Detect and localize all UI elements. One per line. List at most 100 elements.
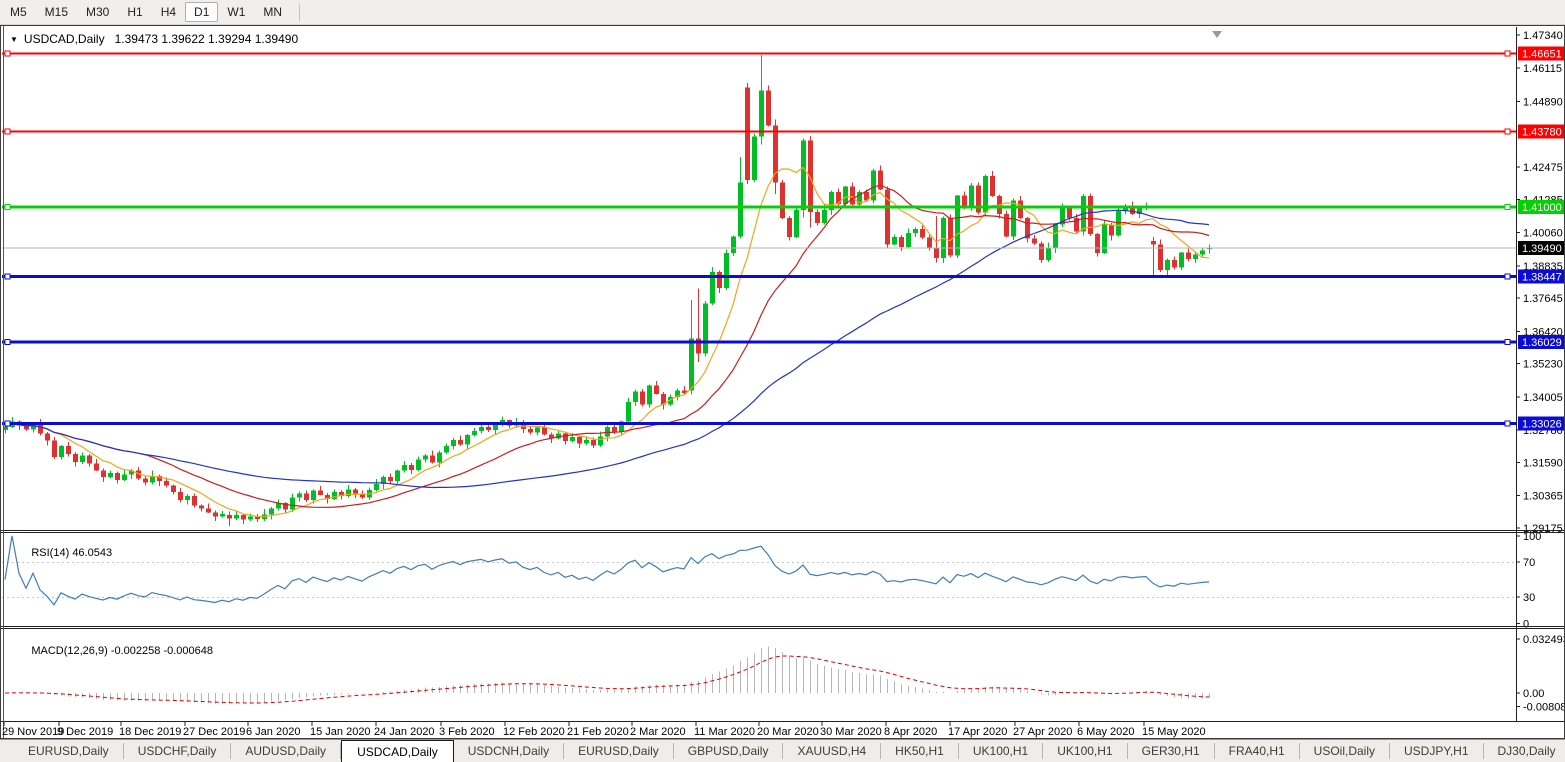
price-tick-label: 1.40060 (1523, 228, 1563, 240)
line-end-marker[interactable] (5, 51, 10, 56)
candle-body (290, 497, 295, 509)
candle-body (213, 512, 218, 516)
date-tick-label: 17 Apr 2020 (948, 726, 1007, 738)
price-badge-label: 1.46651 (1522, 49, 1562, 61)
timeframe-button-m15[interactable]: M15 (36, 2, 77, 22)
line-end-marker[interactable] (5, 339, 10, 344)
chart-tab-usdjpy-h1[interactable]: USDJPY,H1 (1390, 743, 1483, 759)
candle-body (80, 455, 85, 462)
price-tick-label: 1.34005 (1523, 392, 1563, 404)
candle-body (115, 473, 120, 480)
chart-menu-arrow-icon[interactable]: ▼ (10, 35, 18, 44)
price-axis[interactable]: 1.473401.461151.448901.424751.412851.400… (1516, 30, 1565, 713)
timeframe-button-w1[interactable]: W1 (218, 2, 254, 22)
candle-body (45, 434, 50, 441)
candle-body (1032, 238, 1037, 243)
chart-tab-uk100-h1[interactable]: UK100,H1 (959, 743, 1043, 759)
main-price-panel (2, 51, 1516, 526)
timeframe-button-d1[interactable]: D1 (185, 2, 218, 22)
chart-tab-usdcnh-daily[interactable]: USDCNH,Daily (454, 743, 564, 759)
chart-tab-usoil-daily[interactable]: USOil,Daily (1300, 743, 1390, 759)
price-badge-label: 1.41000 (1522, 202, 1562, 214)
autoscroll-shift-icon[interactable] (1212, 31, 1222, 38)
chart-tab-dj30-daily[interactable]: DJ30,Daily (1484, 743, 1565, 759)
candle-body (584, 440, 589, 444)
timeframe-button-m5[interactable]: M5 (1, 2, 36, 22)
price-tick-label: 1.47340 (1523, 30, 1563, 42)
candle-body (248, 516, 253, 519)
chart-tab-xauusd-h4[interactable]: XAUUSD,H4 (783, 743, 881, 759)
timeframe-button-h4[interactable]: H4 (152, 2, 185, 22)
candle-body (780, 183, 785, 218)
candle-body (591, 440, 596, 445)
rsi-indicator-label: RSI(14) 46.0543 (13, 535, 112, 571)
mt4-application: M5M15M30H1H4D1W1MN 1.47340 1.46115 1.44890… (0, 0, 1565, 762)
candle-body (1179, 253, 1184, 268)
chart-tab-eurusd-daily[interactable]: EURUSD,Daily (564, 743, 674, 759)
candle-body (87, 455, 92, 463)
candle-body (927, 237, 932, 247)
chart-tab-audusd-daily[interactable]: AUDUSD,Daily (231, 743, 341, 759)
candle-body (542, 427, 547, 434)
date-tick-label: 12 Feb 2020 (503, 726, 565, 738)
chart-tabs-bar: EURUSD,DailyUSDCHF,DailyAUDUSD,DailyUSDC… (0, 739, 1565, 762)
candle-body (640, 392, 645, 405)
ma-slow-line (5, 210, 1209, 487)
macd-label-text: MACD(12,26,9) (31, 645, 107, 657)
candle-body (423, 455, 428, 459)
rsi-label-text: RSI(14) (31, 547, 69, 559)
chart-tab-eurusd-daily[interactable]: EURUSD,Daily (14, 743, 124, 759)
candle-body (388, 477, 393, 481)
chart-tab-gbpusd-daily[interactable]: GBPUSD,Daily (674, 743, 784, 759)
candle-body (52, 440, 57, 456)
line-end-marker[interactable] (1505, 339, 1510, 344)
candle-body (752, 137, 757, 180)
timeframe-button-mn[interactable]: MN (254, 2, 291, 22)
line-end-marker[interactable] (1505, 274, 1510, 279)
line-end-marker[interactable] (5, 421, 10, 426)
candle-body (402, 465, 407, 470)
timeframe-button-m30[interactable]: M30 (77, 2, 118, 22)
candle-body (318, 491, 323, 495)
chart-tab-fra40-h1[interactable]: FRA40,H1 (1215, 743, 1300, 759)
candle-body (472, 431, 477, 435)
timeframe-button-h1[interactable]: H1 (118, 2, 151, 22)
candle-body (724, 253, 729, 288)
candle-body (801, 141, 806, 210)
candle-body (689, 339, 694, 391)
chart-tab-uk100-h1[interactable]: UK100,H1 (1043, 743, 1127, 759)
chart-canvas[interactable]: 1.473401.461151.448901.424751.412851.400… (0, 25, 1565, 739)
chart-tab-ger30-h1[interactable]: GER30,H1 (1128, 743, 1215, 759)
macd-tick-label: 0.00 (1523, 688, 1544, 700)
chart-symbol-label: USDCAD,Daily (24, 32, 105, 46)
line-end-marker[interactable] (1505, 205, 1510, 210)
candle-body (892, 237, 897, 245)
candle-body (906, 233, 911, 247)
rsi-line (5, 536, 1209, 605)
line-end-marker[interactable] (1505, 51, 1510, 56)
chart-tab-usdcad-daily[interactable]: USDCAD,Daily (341, 740, 454, 762)
line-end-marker[interactable] (1505, 129, 1510, 134)
candle-body (738, 183, 743, 237)
line-end-marker[interactable] (5, 129, 10, 134)
candle-body (787, 218, 792, 237)
candle-body (374, 484, 379, 490)
candle-body (234, 515, 239, 519)
date-tick-label: 29 Nov 2019 (2, 726, 64, 738)
line-end-marker[interactable] (5, 205, 10, 210)
line-end-marker[interactable] (1505, 421, 1510, 426)
chart-tab-usdchf-daily[interactable]: USDCHF,Daily (124, 743, 232, 759)
candle-body (570, 437, 575, 441)
price-tick-label: 1.30365 (1523, 491, 1563, 503)
candle-body (269, 508, 274, 514)
price-tick-label: 1.35230 (1523, 359, 1563, 371)
candle-body (66, 446, 71, 454)
price-tick-label: 1.44890 (1523, 96, 1563, 108)
price-tick-label: 1.31590 (1523, 457, 1563, 469)
chart-tab-hk50-h1[interactable]: HK50,H1 (881, 743, 959, 759)
line-end-marker[interactable] (5, 274, 10, 279)
rsi-panel (2, 536, 1516, 605)
price-tick-label: 1.46115 (1523, 63, 1562, 75)
candle-body (1018, 200, 1023, 218)
candle-body (535, 427, 540, 432)
